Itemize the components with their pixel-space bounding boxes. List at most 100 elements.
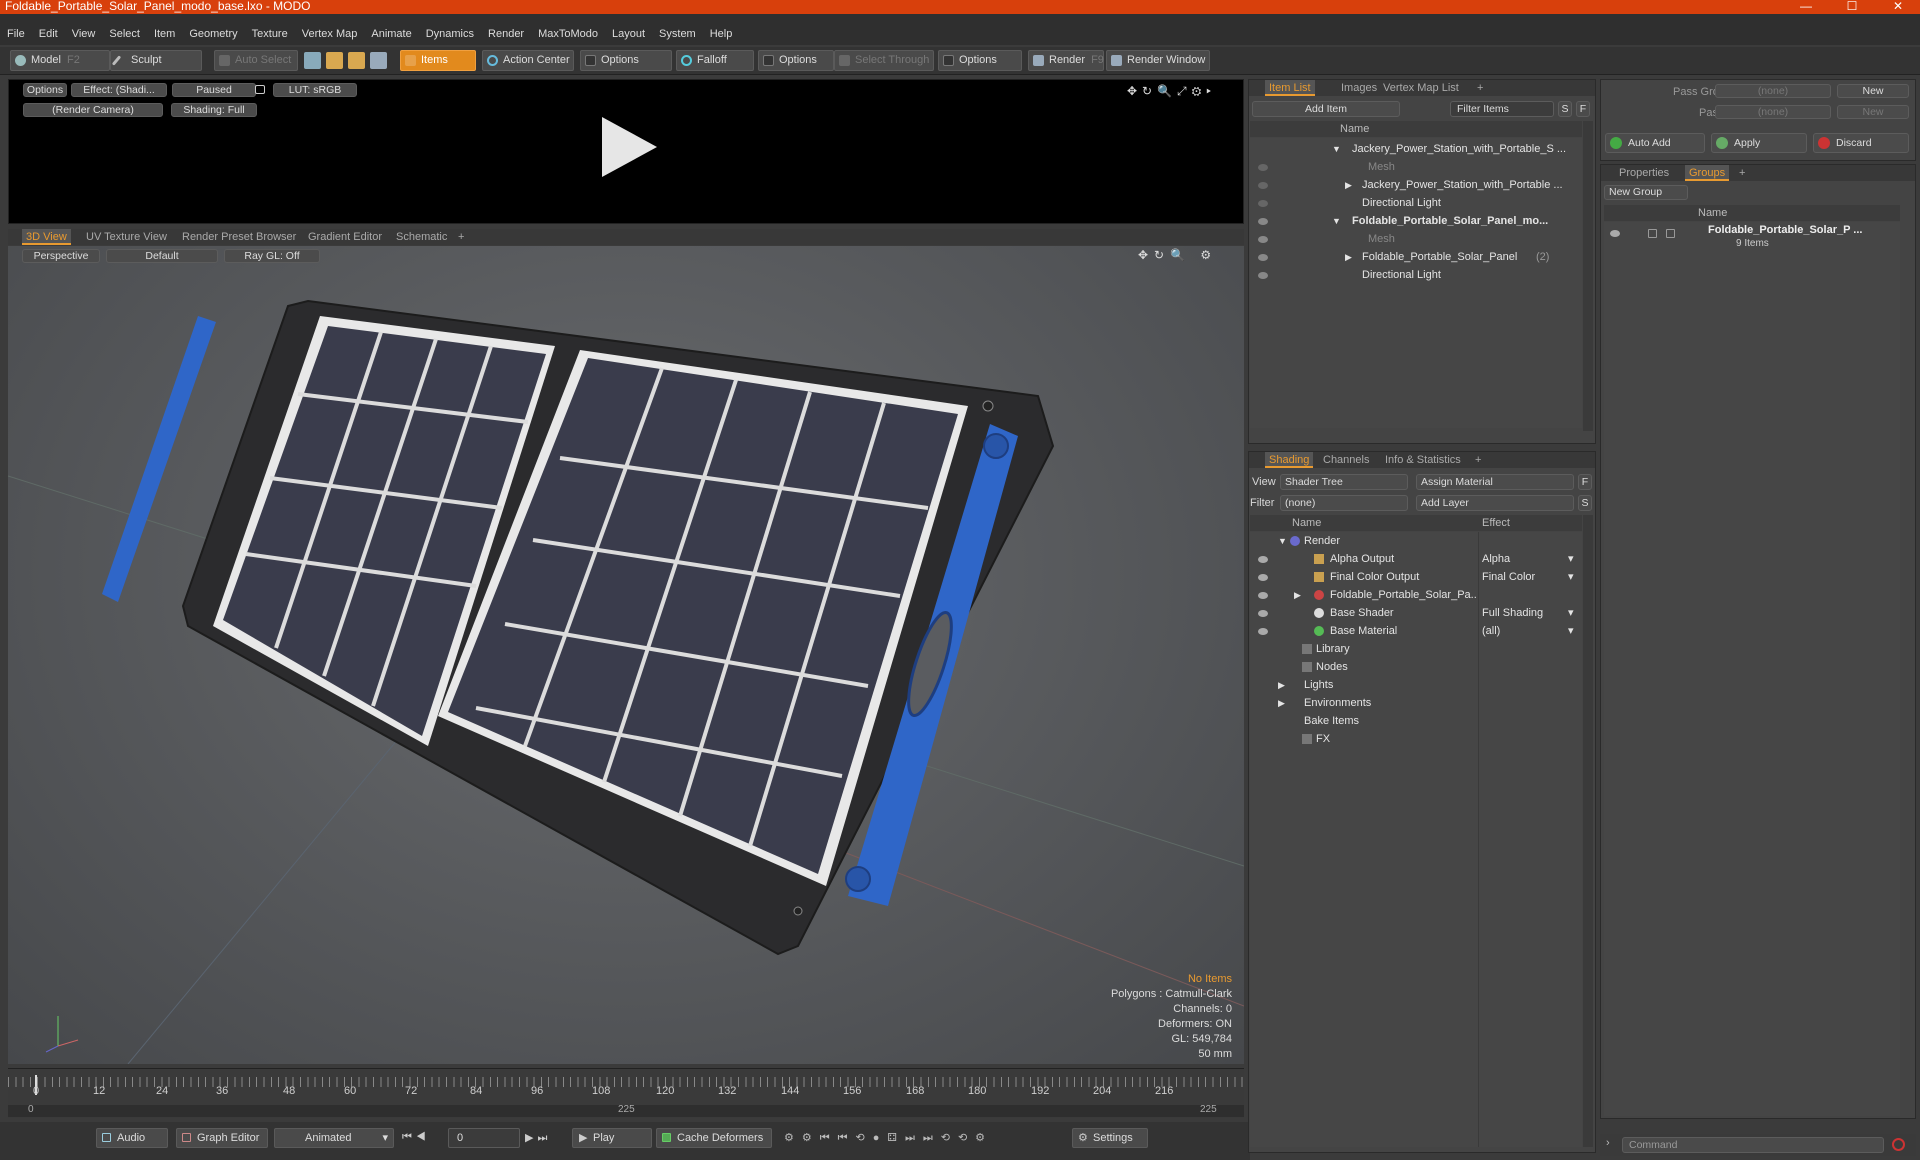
- action-center-options[interactable]: Options: [580, 50, 672, 71]
- item-list-scrollbar[interactable]: [1583, 121, 1593, 431]
- menu-item[interactable]: Item: [147, 25, 182, 44]
- sculpt-button[interactable]: Sculpt: [110, 50, 202, 71]
- audio-button[interactable]: Audio: [96, 1128, 168, 1148]
- tree-row[interactable]: ▶ Foldable_Portable_Solar_Panel (2): [1250, 248, 1582, 266]
- select-through-options[interactable]: Options: [938, 50, 1022, 71]
- falloff-options[interactable]: Options: [758, 50, 834, 71]
- frame-input[interactable]: 0: [448, 1128, 520, 1148]
- lut-dropdown[interactable]: LUT: sRGB: [273, 83, 357, 97]
- add-tab-button[interactable]: +: [454, 229, 468, 245]
- f-toggle[interactable]: F: [1578, 474, 1592, 490]
- new-pass-button[interactable]: New: [1837, 105, 1909, 119]
- tab-render-preset-browser[interactable]: Render Preset Browser: [178, 229, 300, 245]
- menu-layout[interactable]: Layout: [605, 25, 652, 44]
- shader-row[interactable]: Bake Items: [1250, 712, 1582, 730]
- menu-help[interactable]: Help: [703, 25, 740, 44]
- pass-groups-dropdown[interactable]: (none): [1715, 84, 1831, 98]
- animated-dropdown[interactable]: Animated ▾: [274, 1128, 394, 1148]
- preview-nav-icons[interactable]: ✥↻🔍⤢⚙▸: [1127, 84, 1237, 98]
- menu-file[interactable]: File: [0, 25, 32, 44]
- action-center-button[interactable]: Action Center: [482, 50, 574, 71]
- tree-row[interactable]: Mesh: [1250, 158, 1582, 176]
- tree-row-selected-scene[interactable]: ▼ Foldable_Portable_Solar_Panel_mo...: [1250, 212, 1582, 230]
- new-group-button[interactable]: New Group: [1604, 185, 1688, 200]
- discard-button[interactable]: Discard: [1813, 133, 1909, 153]
- shader-row[interactable]: ▶ Lights: [1250, 676, 1582, 694]
- groups-list[interactable]: Foldable_Portable_Solar_P ... 9 Items: [1604, 222, 1900, 1116]
- item-tree[interactable]: ▼ Jackery_Power_Station_with_Portable_S .…: [1250, 138, 1582, 428]
- shader-row[interactable]: ▼ Render: [1250, 532, 1582, 550]
- tab-vertex-map-list[interactable]: Vertex Map List: [1379, 80, 1463, 96]
- tab-info-statistics[interactable]: Info & Statistics: [1381, 452, 1465, 468]
- new-pass-group-button[interactable]: New: [1837, 84, 1909, 98]
- tree-row[interactable]: ▼ Jackery_Power_Station_with_Portable_S .…: [1250, 140, 1582, 158]
- preview-options-button[interactable]: Options: [23, 83, 67, 97]
- maximize-button[interactable]: ☐: [1832, 0, 1872, 13]
- menu-render[interactable]: Render: [481, 25, 531, 44]
- auto-add-button[interactable]: Auto Add: [1605, 133, 1705, 153]
- menu-texture[interactable]: Texture: [245, 25, 295, 44]
- shader-row[interactable]: Alpha Output Alpha ▾: [1250, 550, 1582, 568]
- shader-tree[interactable]: ▼ Render Alpha Output Alpha ▾ Final Color O…: [1250, 532, 1582, 1147]
- shader-tree-dropdown[interactable]: Shader Tree: [1280, 474, 1408, 490]
- s-toggle[interactable]: S: [1578, 495, 1592, 511]
- shader-row[interactable]: FX: [1250, 730, 1582, 748]
- tab-images[interactable]: Images: [1337, 80, 1381, 96]
- filter-items-input[interactable]: Filter Items: [1450, 101, 1554, 117]
- menu-animate[interactable]: Animate: [364, 25, 418, 44]
- menu-geometry[interactable]: Geometry: [182, 25, 244, 44]
- shader-row[interactable]: Nodes: [1250, 658, 1582, 676]
- tab-groups[interactable]: Groups: [1685, 165, 1730, 181]
- filter-dropdown[interactable]: (none): [1280, 495, 1408, 511]
- tree-row[interactable]: Mesh: [1250, 230, 1582, 248]
- polygons-mode-icon[interactable]: [348, 52, 365, 69]
- tab-gradient-editor[interactable]: Gradient Editor: [304, 229, 386, 245]
- model-button[interactable]: Model F2: [10, 50, 110, 71]
- shader-row[interactable]: Final Color Output Final Color ▾: [1250, 568, 1582, 586]
- 3d-viewport[interactable]: Perspective Default Ray GL: Off ✥↻🔍 ⚙ No…: [8, 246, 1244, 1064]
- command-input[interactable]: Command: [1622, 1137, 1884, 1153]
- render-window-button[interactable]: Render Window: [1106, 50, 1210, 71]
- settings-button[interactable]: ⚙ Settings: [1072, 1128, 1148, 1148]
- assign-material-button[interactable]: Assign Material: [1416, 474, 1574, 490]
- select-through-button[interactable]: Select Through: [834, 50, 934, 71]
- menu-view[interactable]: View: [65, 25, 103, 44]
- auto-select-button[interactable]: Auto Select: [214, 50, 298, 71]
- materials-mode-icon[interactable]: [370, 52, 387, 69]
- shader-row[interactable]: ▶ Environments: [1250, 694, 1582, 712]
- tab-schematic[interactable]: Schematic: [392, 229, 451, 245]
- paused-toggle[interactable]: Paused: [172, 83, 256, 97]
- add-layer-dropdown[interactable]: Add Layer: [1416, 495, 1574, 511]
- menu-maxtomodo[interactable]: MaxToModo: [531, 25, 605, 44]
- f-toggle[interactable]: F: [1576, 101, 1590, 117]
- record-icon[interactable]: [1892, 1138, 1905, 1151]
- tab-channels[interactable]: Channels: [1319, 452, 1373, 468]
- group-row[interactable]: Foldable_Portable_Solar_P ... 9 Items: [1604, 224, 1900, 254]
- menu-select[interactable]: Select: [102, 25, 147, 44]
- play-icon[interactable]: [592, 112, 662, 182]
- transport-prev-icons[interactable]: ⏮◀: [402, 1131, 444, 1145]
- transport-next-icons[interactable]: ▶⏭: [525, 1131, 567, 1145]
- add-tab-button[interactable]: +: [1473, 80, 1487, 96]
- cache-deformers-button[interactable]: Cache Deformers: [656, 1128, 772, 1148]
- add-tab-button[interactable]: +: [1735, 165, 1749, 181]
- lock-icon[interactable]: [255, 85, 265, 94]
- tab-uv-texture-view[interactable]: UV Texture View: [82, 229, 171, 245]
- tab-properties[interactable]: Properties: [1615, 165, 1673, 181]
- key-tools-icons[interactable]: ⚙⚙⏮⏮⟲●⚃⏭⏭⟲⟲⚙: [784, 1131, 1064, 1145]
- edges-mode-icon[interactable]: [326, 52, 343, 69]
- menu-vertex-map[interactable]: Vertex Map: [295, 25, 365, 44]
- effect-dropdown[interactable]: Effect: (Shadi...: [71, 83, 167, 97]
- add-item-dropdown[interactable]: Add Item: [1252, 101, 1400, 117]
- menu-system[interactable]: System: [652, 25, 703, 44]
- render-button[interactable]: Render F9: [1028, 50, 1104, 71]
- shader-row[interactable]: Library: [1250, 640, 1582, 658]
- shading-dropdown[interactable]: Shading: Full: [171, 103, 257, 117]
- add-tab-button[interactable]: +: [1471, 452, 1485, 468]
- tab-shading[interactable]: Shading: [1265, 452, 1314, 468]
- apply-button[interactable]: Apply: [1711, 133, 1807, 153]
- shader-row[interactable]: Base Shader Full Shading ▾: [1250, 604, 1582, 622]
- shader-row[interactable]: ▶ Foldable_Portable_Solar_Pa...: [1250, 586, 1582, 604]
- items-mode-button[interactable]: Items: [400, 50, 476, 71]
- play-button[interactable]: ▶ Play: [572, 1128, 652, 1148]
